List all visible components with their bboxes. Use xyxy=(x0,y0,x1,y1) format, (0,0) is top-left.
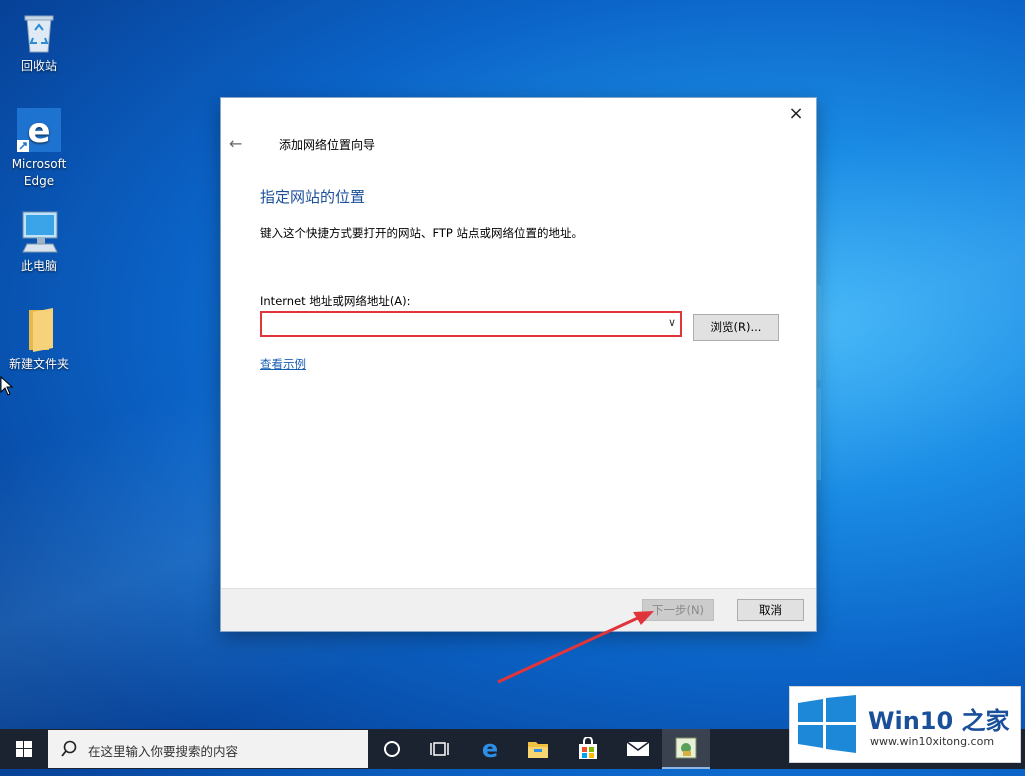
cortana-button[interactable] xyxy=(368,729,416,769)
desktop-icon-label: 新建文件夹 xyxy=(8,357,69,371)
edge-icon: e xyxy=(482,735,498,763)
view-examples-link[interactable]: 查看示例 xyxy=(260,356,306,372)
desktop-icon-label: 回收站 xyxy=(20,59,57,73)
address-combobox[interactable]: ∨ xyxy=(260,311,682,337)
cortana-icon xyxy=(384,741,400,757)
desktop-icon-label: Microsoft Edge xyxy=(11,157,67,188)
close-icon: × xyxy=(788,103,804,124)
recycle-bin-icon xyxy=(15,8,63,56)
site-watermark: Win10 之家 www.win10xitong.com xyxy=(789,686,1021,763)
control-panel-icon xyxy=(675,737,697,759)
browse-button[interactable]: 浏览(R)... xyxy=(693,314,779,341)
cancel-button[interactable]: 取消 xyxy=(737,599,804,621)
taskbar-control-panel-button[interactable] xyxy=(662,729,710,769)
task-view-button[interactable] xyxy=(416,729,464,769)
search-icon xyxy=(61,740,77,757)
page-heading: 指定网站的位置 xyxy=(260,188,366,206)
taskbar-file-explorer-button[interactable] xyxy=(514,729,562,769)
mouse-cursor-icon xyxy=(0,376,14,396)
taskbar-search-box[interactable]: 在这里输入你要搜索的内容 xyxy=(48,730,368,768)
edge-icon: e xyxy=(15,106,63,154)
store-icon xyxy=(579,736,597,759)
desktop-icon-new-folder[interactable]: 新建文件夹 xyxy=(4,306,74,373)
start-button[interactable] xyxy=(0,729,48,769)
mail-icon xyxy=(626,741,650,756)
svg-text:e: e xyxy=(27,111,50,151)
address-label: Internet 地址或网络地址(A): xyxy=(260,294,411,308)
wizard-title: 添加网络位置向导 xyxy=(279,138,376,152)
search-placeholder: 在这里输入你要搜索的内容 xyxy=(88,744,239,759)
watermark-url: www.win10xitong.com xyxy=(870,735,995,748)
windows-logo-icon xyxy=(798,695,856,753)
taskbar-mail-button[interactable] xyxy=(614,729,662,769)
desktop-icon-edge[interactable]: e Microsoft Edge xyxy=(4,106,74,190)
desktop-icon-recycle-bin[interactable]: 回收站 xyxy=(4,8,74,75)
next-button[interactable]: 下一步(N) xyxy=(642,599,714,621)
taskbar-edge-button[interactable]: e xyxy=(466,729,514,769)
close-button[interactable]: × xyxy=(782,102,810,126)
file-explorer-icon xyxy=(528,742,548,758)
desktop-icon-label: 此电脑 xyxy=(20,259,57,273)
task-view-icon xyxy=(430,742,449,756)
taskbar-store-button[interactable] xyxy=(564,729,612,769)
svg-text:e: e xyxy=(482,737,498,761)
back-arrow-icon: ← xyxy=(229,134,243,153)
add-network-location-wizard: × ← 添加网络位置向导 指定网站的位置 键入这个快捷方式要打开的网站、FTP … xyxy=(221,98,816,631)
page-description: 键入这个快捷方式要打开的网站、FTP 站点或网络位置的地址。 xyxy=(260,226,584,240)
chevron-down-icon[interactable]: ∨ xyxy=(668,316,676,329)
computer-icon xyxy=(15,208,63,256)
desktop-icon-this-pc[interactable]: 此电脑 xyxy=(4,208,74,275)
folder-icon xyxy=(15,306,63,354)
wizard-footer: 下一步(N) 取消 xyxy=(221,588,816,631)
watermark-brand: Win10 之家 xyxy=(868,707,1010,735)
windows-start-icon xyxy=(16,741,32,757)
back-button[interactable]: ← xyxy=(229,134,242,153)
